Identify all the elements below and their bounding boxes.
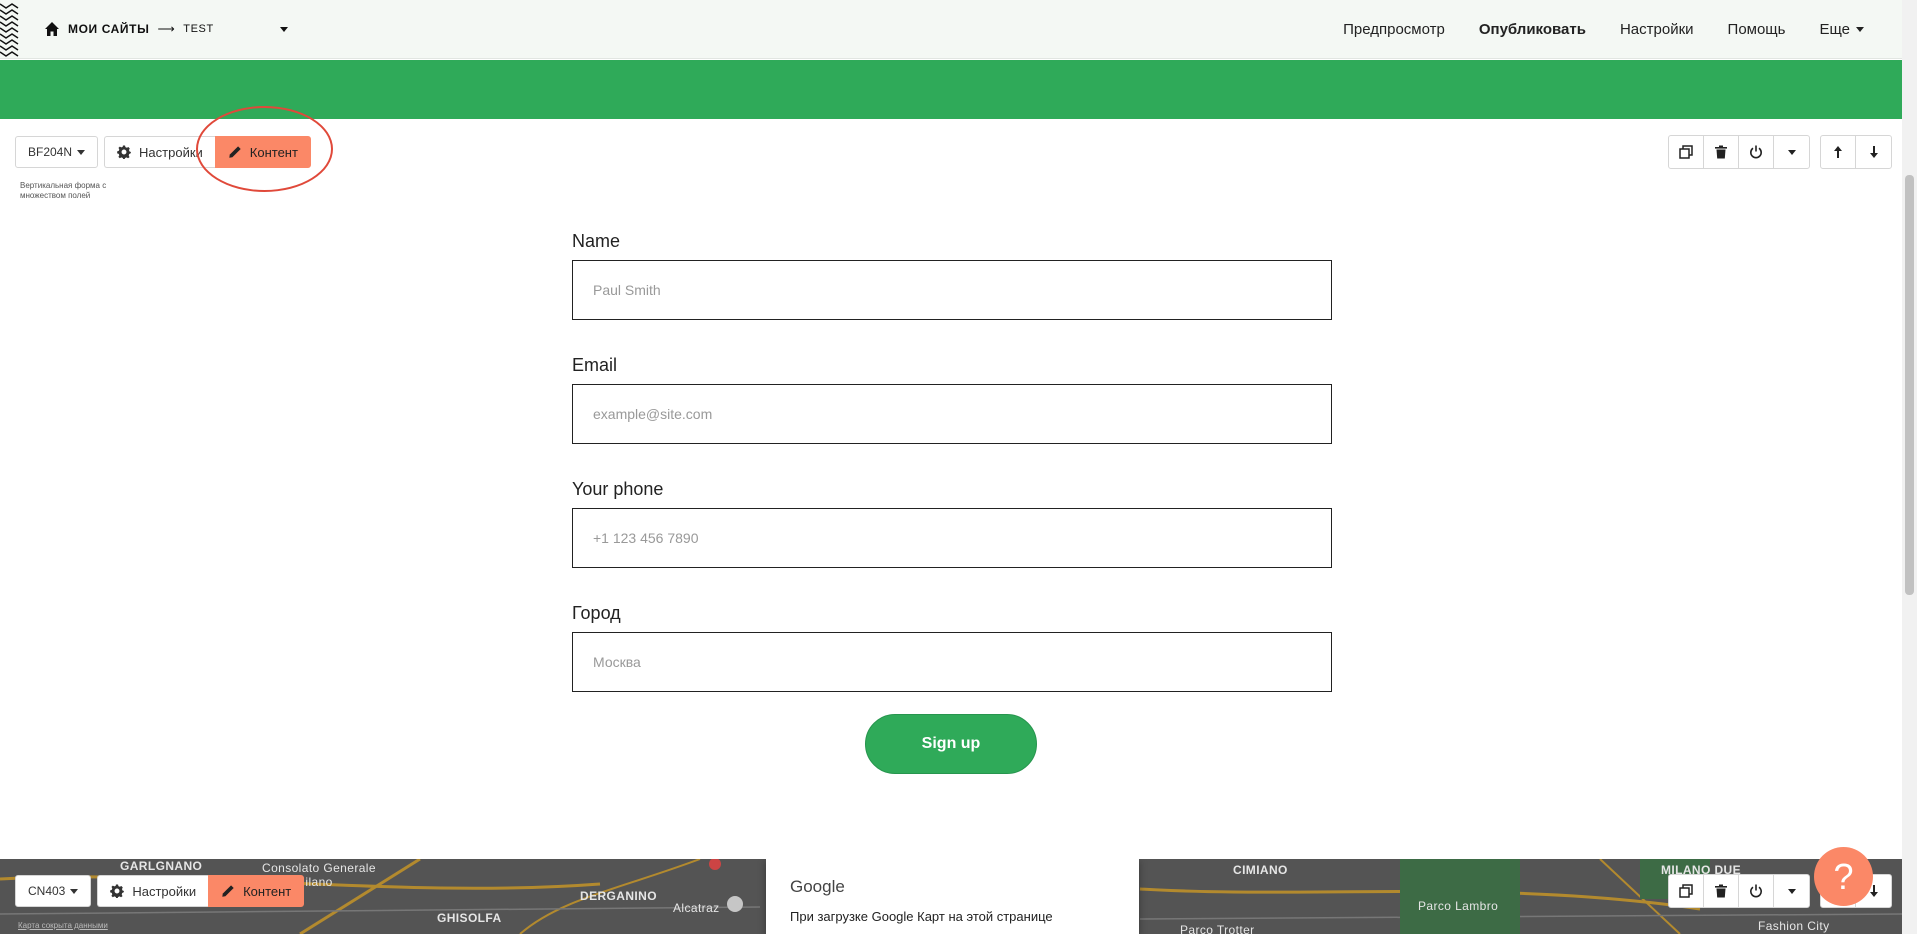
sign-up-button[interactable]: Sign up — [865, 714, 1037, 774]
pencil-icon — [229, 146, 241, 158]
block-settings-button[interactable]: Настройки — [104, 136, 215, 168]
move-down-button[interactable] — [1856, 136, 1891, 168]
pencil-icon — [222, 885, 234, 897]
form-field-phone: Your phone — [572, 474, 1332, 568]
gear-icon — [110, 884, 125, 898]
content-label: Контент — [243, 883, 292, 899]
block-description: Вертикальная форма с множеством полей — [20, 181, 107, 200]
logo-zigzag-icon — [0, 3, 19, 57]
chevron-down-icon — [77, 149, 86, 155]
home-icon[interactable] — [44, 21, 60, 37]
field-label: Email — [572, 355, 618, 375]
green-header-block — [0, 60, 1902, 119]
more-menu[interactable]: Еще — [1819, 21, 1864, 38]
block-settings-button[interactable]: Настройки — [97, 875, 209, 907]
help-button[interactable]: ? — [1814, 847, 1873, 906]
help-link[interactable]: Помощь — [1728, 21, 1786, 38]
copy-icon — [1679, 884, 1693, 898]
block-toolbar-bf204n: BF204N Настройки Контент — [15, 136, 311, 168]
map-label: Alcatraz — [673, 901, 720, 915]
top-nav: Предпросмотр Опубликовать Настройки Помо… — [1343, 0, 1864, 59]
editor-page: МОИ САЙТЫ ⟶ TEST Предпросмотр Опубликова… — [0, 0, 1917, 934]
breadcrumb: МОИ САЙТЫ ⟶ TEST — [44, 21, 214, 37]
email-input[interactable] — [572, 384, 1332, 444]
block-actions-group — [1668, 135, 1810, 169]
more-chevron-down-icon — [1856, 27, 1864, 32]
toggle-visibility-button[interactable] — [1739, 136, 1774, 168]
form-field-email: Email — [572, 350, 1332, 444]
block-content-button[interactable]: Контент — [214, 136, 311, 168]
arrow-down-icon — [1869, 146, 1878, 158]
google-consent-text: При загрузке Google Карт на этой страниц… — [790, 909, 1053, 924]
chevron-down-icon — [70, 888, 79, 894]
preview-link[interactable]: Предпросмотр — [1343, 21, 1445, 38]
map-label: DERGANINO — [580, 889, 657, 903]
copy-icon — [1679, 145, 1693, 159]
map-label: Fashion City — [1758, 919, 1830, 933]
delete-button[interactable] — [1704, 875, 1739, 907]
power-icon — [1750, 884, 1762, 898]
chevron-down-icon — [1787, 888, 1796, 894]
map-label: GARLGNANO — [120, 859, 203, 873]
site-name[interactable]: TEST — [183, 23, 214, 35]
block-code-dropdown[interactable]: CN403 — [15, 875, 92, 907]
move-up-button[interactable] — [1821, 136, 1856, 168]
power-icon — [1750, 145, 1762, 159]
settings-label: Настройки — [132, 883, 197, 899]
form-field-city: Город — [572, 598, 1332, 692]
breadcrumb-arrow: ⟶ — [157, 22, 176, 36]
city-input[interactable] — [572, 632, 1332, 692]
settings-link[interactable]: Настройки — [1620, 21, 1694, 38]
scrollbar-thumb[interactable] — [1905, 175, 1914, 595]
google-title: Google — [790, 877, 845, 896]
site-select-chevron-down-icon[interactable] — [280, 27, 288, 32]
trash-icon — [1715, 145, 1727, 159]
google-maps-consent-popup: Google При загрузке Google Карт на этой … — [766, 859, 1139, 934]
block-controls-bf204n — [1668, 135, 1892, 169]
arrow-up-icon — [1834, 146, 1842, 158]
phone-input[interactable] — [572, 508, 1332, 568]
field-label: Name — [572, 231, 621, 251]
settings-label: Настройки — [139, 144, 203, 160]
delete-button[interactable] — [1704, 136, 1739, 168]
more-actions-button[interactable] — [1774, 875, 1809, 907]
more-actions-button[interactable] — [1774, 136, 1809, 168]
block-content-button[interactable]: Контент — [208, 875, 305, 907]
map-label: Consolato Generale — [262, 861, 376, 875]
duplicate-button[interactable] — [1669, 875, 1704, 907]
field-label: Your phone — [572, 479, 664, 499]
block-move-group — [1820, 135, 1892, 169]
gear-icon — [117, 145, 132, 159]
more-label: Еще — [1819, 21, 1850, 38]
my-sites-link[interactable]: МОИ САЙТЫ — [68, 22, 149, 36]
map-label: GHISOLFA — [437, 911, 502, 925]
block-toolbar-cn403: CN403 Настройки Контент — [15, 875, 305, 907]
block-code-dropdown[interactable]: BF204N — [15, 136, 99, 168]
content-label: Контент — [249, 144, 298, 160]
map-label: Parco Lambro — [1418, 899, 1499, 913]
toggle-visibility-button[interactable] — [1739, 875, 1774, 907]
field-label: Город — [572, 603, 621, 623]
form-field-name: Name — [572, 226, 1332, 320]
publish-link[interactable]: Опубликовать — [1479, 21, 1586, 38]
block-code-label: BF204N — [28, 145, 73, 159]
block-code-label: CN403 — [28, 884, 66, 898]
map-label: CIMIANO — [1233, 863, 1288, 877]
page-scrollbar[interactable] — [1902, 0, 1917, 934]
block-actions-group — [1668, 874, 1810, 908]
trash-icon — [1715, 884, 1727, 898]
map-label: Parco Trotter — [1180, 923, 1255, 934]
duplicate-button[interactable] — [1669, 136, 1704, 168]
top-bar: МОИ САЙТЫ ⟶ TEST Предпросмотр Опубликова… — [0, 0, 1902, 59]
map-caption: Карта сокрыта данными — [18, 921, 108, 930]
signup-form: Name Email Your phone Город — [572, 226, 1332, 722]
chevron-down-icon — [1787, 149, 1796, 155]
name-input[interactable] — [572, 260, 1332, 320]
